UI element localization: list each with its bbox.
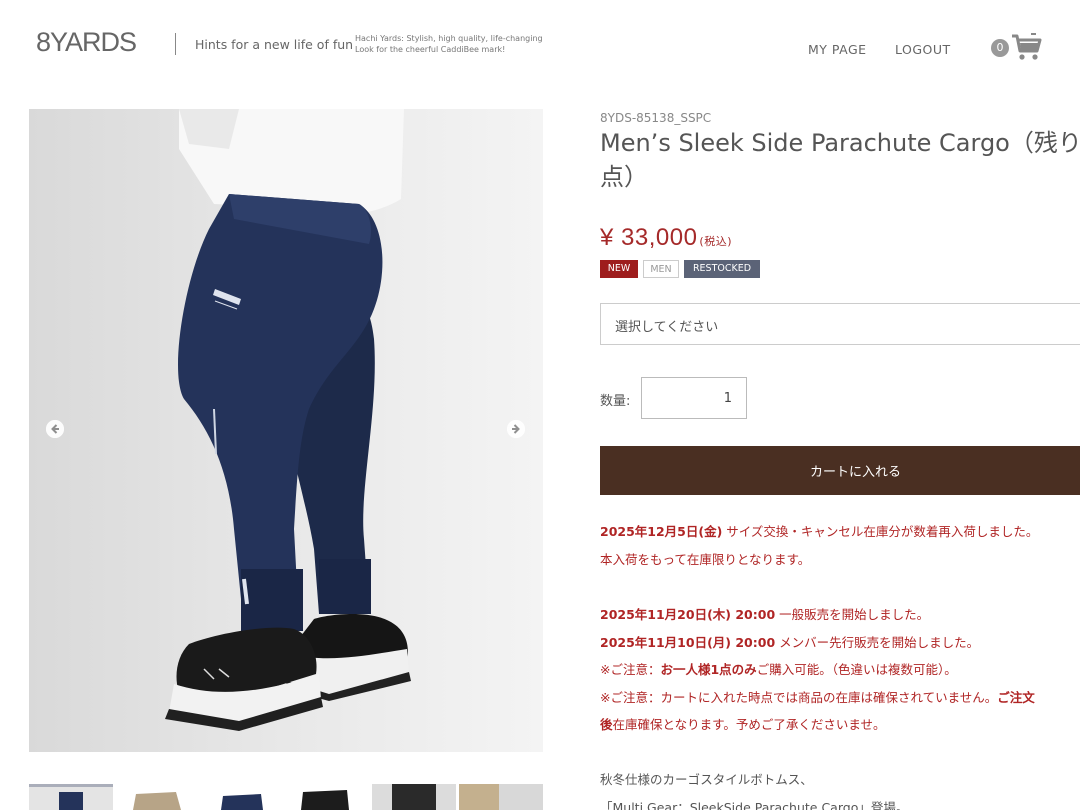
product-description-line-2: 「Multi Gear：SleekSide Parachute Cargo」登場…: [600, 800, 909, 810]
site-logo[interactable]: 8YARDS: [36, 27, 137, 58]
price-amount: ¥ 33,000: [600, 224, 698, 251]
product-photo: [165, 109, 411, 731]
quantity-label: 数量:: [600, 394, 631, 409]
notice-cart-stock-cont: 後在庫確保となります。予めご了承くださいませ。: [600, 714, 1080, 733]
arrow-right-icon: [507, 420, 525, 438]
thumbnail-4[interactable]: [289, 784, 365, 810]
thumbnail-2[interactable]: [121, 784, 197, 810]
header-cart-button[interactable]: 0: [990, 30, 1046, 62]
logo-divider: [175, 33, 176, 55]
size-select-placeholder: 選択してください: [615, 320, 719, 335]
notice-general-sale: 2025年11月20日(木) 20:00 一般販売を開始しました。: [600, 604, 1080, 623]
subtagline-line-2: Look for the cheerful CaddiBee mark!: [355, 45, 506, 54]
product-main-image[interactable]: [29, 109, 543, 752]
price-tax-label: (税込): [699, 235, 733, 248]
notice-restock-date: 2025年12月5日(金): [600, 524, 723, 539]
site-subtagline: Hachi Yards: Stylish, high quality, life…: [355, 33, 543, 55]
notice-restock-text: サイズ交換・キャンセル在庫分が数着再入荷しました。: [722, 524, 1039, 539]
add-to-cart-button[interactable]: カートに入れる: [600, 446, 1080, 495]
nav-mypage-link[interactable]: MY PAGE: [808, 42, 867, 57]
badge-new: NEW: [600, 260, 638, 278]
product-title-line-2: 点）: [600, 163, 648, 191]
thumbnail-5[interactable]: [372, 784, 456, 810]
nav-logout-link[interactable]: LOGOUT: [895, 42, 951, 57]
badge-restocked: RESTOCKED: [684, 260, 760, 278]
notice-member-sale-text: メンバー先行販売を開始しました。: [775, 635, 980, 650]
product-description-line-1: 秋冬仕様のカーゴスタイルボトムス、: [600, 772, 813, 787]
carousel-next-button[interactable]: [507, 420, 525, 438]
notice-cart-stock-text: ※ご注意：カートに入れた時点では商品の在庫は確保されていません。: [600, 690, 998, 705]
notice-cart-stock-emphasis: ご注文: [997, 690, 1035, 705]
quantity-input[interactable]: [641, 377, 747, 419]
thumbnail-6[interactable]: [459, 784, 543, 810]
notice-member-sale-date: 2025年11月10日(月) 20:00: [600, 635, 776, 650]
thumbnail-3[interactable]: [205, 784, 281, 810]
shopping-cart-icon: [1012, 33, 1042, 60]
product-sku: 8YDS-85138_SSPC: [600, 111, 712, 125]
notice-cart-stock: ※ご注意：カートに入れた時点では商品の在庫は確保されていません。ご注文: [600, 687, 1080, 706]
thumbnail-1[interactable]: [29, 784, 113, 810]
badge-men: MEN: [643, 260, 679, 278]
notice-stock-limited: 本入荷をもって在庫限りとなります。: [600, 552, 811, 567]
notice-general-sale-text: 一般販売を開始しました。: [775, 607, 930, 622]
product-title: Men’s Sleek Side Parachute Cargo（残り 点）: [600, 126, 1080, 194]
site-tagline: Hints for a new life of fun: [195, 37, 354, 52]
logo-text: 8YARDS: [36, 27, 137, 57]
size-select[interactable]: 選択してください: [600, 303, 1080, 345]
product-title-line-1: Men’s Sleek Side Parachute Cargo（残り: [600, 129, 1080, 157]
arrow-left-icon: [46, 420, 64, 438]
notice-cart-stock-cont-text: 在庫確保となります。予めご了承くださいませ。: [612, 717, 886, 732]
product-thumbnails: [29, 784, 543, 810]
notice-general-sale-date: 2025年11月20日(木) 20:00: [600, 607, 776, 622]
cart-count-badge: 0: [991, 39, 1009, 57]
notice-cart-stock-cont-emphasis: 後: [600, 717, 613, 732]
notice-member-sale: 2025年11月10日(月) 20:00 メンバー先行販売を開始しました。: [600, 632, 1080, 651]
carousel-prev-button[interactable]: [46, 420, 64, 438]
notice-restock: 2025年12月5日(金) サイズ交換・キャンセル在庫分が数着再入荷しました。: [600, 521, 1080, 540]
notice-purchase-limit-prefix: ※ご注意：: [600, 662, 661, 677]
notice-purchase-limit-emphasis: お一人様1点のみ: [660, 662, 757, 677]
site-header: 8YARDS Hints for a new life of fun Hachi…: [0, 0, 1080, 90]
subtagline-line-1: Hachi Yards: Stylish, high quality, life…: [355, 34, 543, 43]
notice-purchase-limit-text: ご購入可能。（色違いは複数可能）。: [756, 662, 957, 677]
product-price: ¥ 33,000 (税込): [600, 224, 732, 252]
notice-purchase-limit: ※ご注意：お一人様1点のみご購入可能。（色違いは複数可能）。: [600, 659, 1080, 678]
